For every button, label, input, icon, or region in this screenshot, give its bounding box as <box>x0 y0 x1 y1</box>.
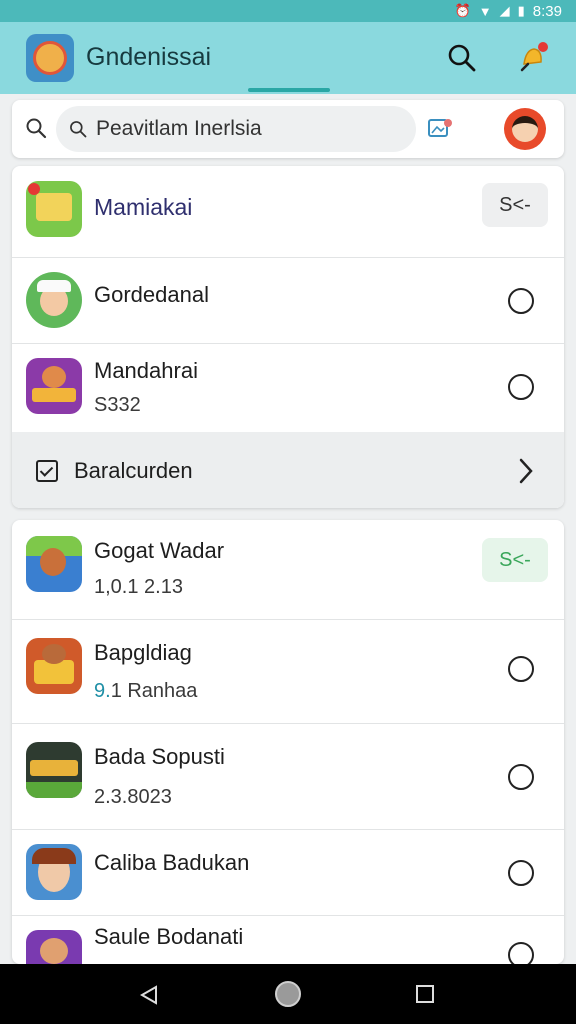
list-item[interactable]: Gordedanal <box>12 258 564 344</box>
item-action-button[interactable]: S<- <box>482 538 548 582</box>
signal-icon: ◢ <box>499 3 510 18</box>
item-subtitle: 2.3.8023 <box>94 786 172 808</box>
item-subtitle-accent: 9. <box>94 680 111 702</box>
item-radio[interactable] <box>508 764 534 790</box>
notification-bell-icon[interactable] <box>512 38 552 78</box>
alarm-icon: ⏰ <box>454 3 471 18</box>
section-card-1: Mamiakai S<- Gordedanal Mandahrai S332 B… <box>12 166 564 508</box>
item-title: Mandahrai <box>94 358 198 383</box>
app-title: Gndenissai <box>86 43 212 71</box>
image-filter-icon[interactable] <box>426 114 456 144</box>
search-input[interactable] <box>96 117 396 141</box>
item-subtitle: S332 <box>94 394 141 416</box>
item-title: Caliba Badukan <box>94 850 250 875</box>
featured-app-icon <box>26 181 82 237</box>
list-item[interactable]: Bapgldiag 9.1 Ranhaa <box>12 620 564 724</box>
wifi-icon: ▼ <box>478 3 492 19</box>
search-card <box>12 100 564 158</box>
item-app-icon <box>26 742 82 798</box>
app-bar: Gndenissai <box>0 22 576 94</box>
item-title: Gogat Wadar <box>94 538 225 563</box>
item-title: Gordedanal <box>94 282 209 307</box>
item-subtitle: 1,0.1 2.13 <box>94 576 183 598</box>
search-field-icon <box>70 121 87 138</box>
app-logo <box>26 34 74 82</box>
list-item[interactable]: Caliba Badukan <box>12 830 564 916</box>
home-icon[interactable] <box>275 981 301 1007</box>
recents-icon[interactable] <box>416 985 434 1003</box>
list-item[interactable]: Saule Bodanati <box>12 916 564 964</box>
featured-action-button[interactable]: S<- <box>482 183 548 227</box>
item-app-icon <box>26 638 82 694</box>
featured-item[interactable]: Mamiakai S<- <box>12 166 564 258</box>
item-title: Bapgldiag <box>94 640 192 665</box>
status-bar: ⏰ ▼ ◢ ▮ 8:39 <box>0 0 576 22</box>
back-icon[interactable] <box>138 984 160 1006</box>
item-subtitle: 9.1 Ranhaa <box>94 680 197 703</box>
item-app-icon <box>26 358 82 414</box>
tab-indicator <box>248 88 330 92</box>
system-nav-bar <box>0 964 576 1024</box>
status-time: 8:39 <box>532 2 562 20</box>
search-icon[interactable] <box>24 116 48 140</box>
list-item[interactable]: Mandahrai S332 <box>12 344 564 432</box>
item-radio[interactable] <box>508 860 534 886</box>
item-subtitle-text: 1 Ranhaa <box>110 680 198 702</box>
item-app-icon <box>26 272 82 328</box>
list-item[interactable]: Gogat Wadar 1,0.1 2.13 S<- <box>12 520 564 620</box>
section-footer[interactable]: Baralcurden <box>12 432 564 508</box>
item-title: Bada Sopusti <box>94 744 225 769</box>
battery-icon: ▮ <box>517 3 525 18</box>
section-card-2: Gogat Wadar 1,0.1 2.13 S<- Bapgldiag 9.1… <box>12 520 564 964</box>
item-radio[interactable] <box>508 656 534 682</box>
chevron-right-icon[interactable] <box>516 456 536 486</box>
list-item[interactable]: Bada Sopusti 2.3.8023 <box>12 724 564 830</box>
featured-title: Mamiakai <box>94 194 193 220</box>
item-app-icon <box>26 536 82 592</box>
item-app-icon <box>26 844 82 900</box>
profile-avatar[interactable] <box>504 108 546 150</box>
item-radio[interactable] <box>508 942 534 964</box>
item-app-icon <box>26 930 82 964</box>
search-field[interactable] <box>56 106 416 152</box>
item-title: Saule Bodanati <box>94 924 244 949</box>
footer-label: Baralcurden <box>74 458 193 483</box>
checkbox-icon[interactable] <box>36 460 58 482</box>
item-radio[interactable] <box>508 374 534 400</box>
item-radio[interactable] <box>508 288 534 314</box>
search-button[interactable] <box>444 40 480 76</box>
